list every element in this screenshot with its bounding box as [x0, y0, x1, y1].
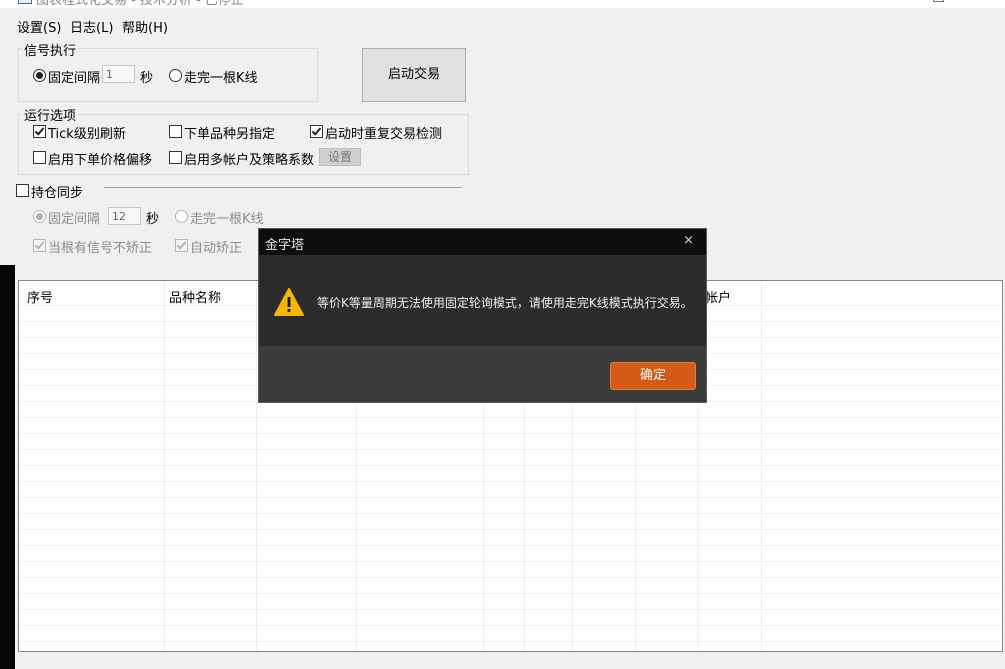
multi-account-checkbox[interactable] — [169, 150, 182, 164]
menu-log[interactable]: 日志(L) — [70, 17, 113, 36]
ok-button[interactable]: 确定 — [610, 362, 696, 390]
column-header-index[interactable]: 序号 — [27, 287, 53, 306]
run-options-title: 运行选项 — [22, 105, 79, 124]
menu-settings[interactable]: 设置(S) — [17, 17, 61, 36]
table-row — [19, 513, 1002, 514]
fixed-interval-radio[interactable] — [33, 68, 46, 82]
dialog-close-icon[interactable]: × — [683, 233, 694, 248]
only-signal-label: 当根有信号不矫正 — [48, 241, 153, 256]
auto-correct-checkbox — [175, 238, 188, 252]
dialog-body: 等价K等量周期无法使用固定轮询模式，请使用走完K线模式执行交易。 — [259, 255, 706, 346]
other-symbol-label: 下单品种另指定 — [184, 127, 276, 142]
only-signal-checkbox — [33, 238, 46, 252]
sync-walk-bar-label: 走完一根K线 — [190, 212, 264, 227]
table-row — [19, 561, 1002, 562]
maximize-icon[interactable]: □ — [932, 0, 945, 4]
table-row — [19, 593, 1002, 594]
table-row — [19, 465, 1002, 466]
table-row — [19, 609, 1002, 610]
chart-background-strip — [0, 265, 15, 669]
column-header-account[interactable]: 帐户 — [705, 287, 731, 306]
warning-icon — [274, 288, 304, 316]
table-row — [19, 625, 1002, 626]
interval-unit: 秒 — [140, 71, 154, 86]
minimize-icon[interactable]: – — [888, 0, 895, 4]
tick-refresh-checkbox[interactable] — [33, 124, 46, 138]
other-symbol-checkbox[interactable] — [169, 124, 182, 138]
price-offset-label: 启用下单价格偏移 — [48, 153, 153, 168]
price-offset-checkbox[interactable] — [33, 150, 46, 164]
walk-bar-label: 走完一根K线 — [184, 71, 258, 86]
dialog-message: 等价K等量周期无法使用固定轮询模式，请使用走完K线模式执行交易。 — [317, 296, 693, 310]
table-row — [19, 417, 1002, 418]
walk-bar-radio[interactable] — [169, 68, 182, 82]
start-trading-button[interactable]: 启动交易 — [362, 48, 466, 102]
recheck-checkbox[interactable] — [310, 124, 323, 138]
sync-walk-bar-radio — [175, 209, 188, 223]
settings-button[interactable]: 设置 — [319, 148, 361, 166]
position-sync-divider — [104, 187, 462, 188]
menu-help[interactable]: 帮助(H) — [122, 17, 168, 36]
sync-fixed-interval-radio — [33, 209, 46, 223]
table-row — [19, 577, 1002, 578]
dialog-footer: 确定 — [259, 346, 706, 402]
position-sync-title: 持仓同步 — [31, 186, 84, 201]
title-bar: 图表程式化交易 - 技术分析 - 已停止 – □ × — [0, 0, 1005, 8]
table-row — [19, 545, 1002, 546]
table-row — [19, 481, 1002, 482]
sync-interval-input: 12 — [108, 207, 141, 225]
column-header-symbol[interactable]: 品种名称 — [169, 287, 221, 306]
table-row — [19, 641, 1002, 642]
multi-account-label: 启用多帐户及策略系数 — [184, 153, 315, 168]
sync-interval-unit: 秒 — [146, 212, 160, 227]
fixed-interval-label: 固定间隔 — [48, 71, 101, 86]
alert-dialog: 金字塔 × 等价K等量周期无法使用固定轮询模式，请使用走完K线模式执行交易。 确… — [258, 228, 707, 403]
menu-bar: 设置(S) 日志(L) 帮助(H) — [0, 14, 1005, 36]
sync-fixed-interval-label: 固定间隔 — [48, 212, 101, 227]
table-row — [19, 433, 1002, 434]
table-row — [19, 497, 1002, 498]
window-title: 图表程式化交易 - 技术分析 - 已停止 — [36, 0, 244, 8]
recheck-label: 启动时重复交易检测 — [325, 127, 443, 142]
close-window-icon[interactable]: × — [978, 0, 990, 4]
app-icon — [18, 0, 32, 4]
tick-refresh-label: Tick级别刷新 — [48, 127, 126, 142]
position-sync-checkbox[interactable] — [16, 183, 29, 197]
table-row — [19, 449, 1002, 450]
auto-correct-label: 自动矫正 — [190, 241, 243, 256]
dialog-header: 金字塔 × — [259, 229, 706, 255]
signal-exec-title: 信号执行 — [22, 40, 79, 59]
interval-input[interactable]: 1 — [102, 65, 135, 83]
dialog-title: 金字塔 — [265, 238, 305, 253]
table-row — [19, 529, 1002, 530]
